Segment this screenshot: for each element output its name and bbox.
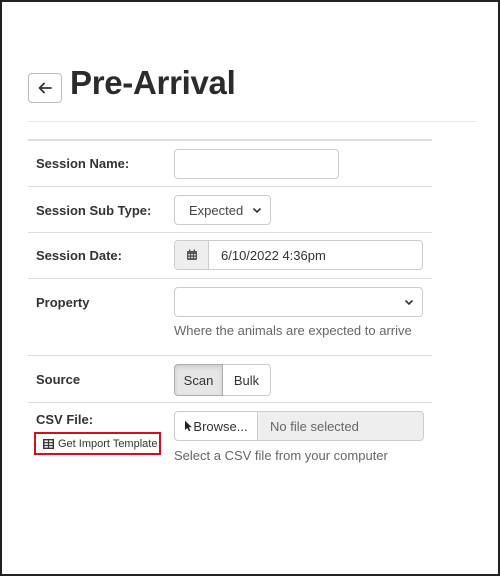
calendar-icon [186,249,197,260]
page-frame: Pre-Arrival Session Name: Session Sub Ty… [0,0,500,576]
browse-button[interactable]: Browse... [174,411,258,441]
csv-file-help-text: Select a CSV file from your computer [174,448,388,463]
table-icon [43,438,54,449]
property-help-text: Where the animals are expected to arrive [174,323,412,338]
session-date-label: Session Date: [36,248,122,263]
session-sub-type-row: Session Sub Type: Expected [28,187,432,233]
property-row: Property Where the animals are expected … [28,279,432,356]
browse-label: Browse... [193,418,248,434]
session-date-input[interactable]: 6/10/2022 4:36pm [174,240,423,270]
chevron-down-icon [252,207,262,214]
session-sub-type-value: Expected [189,202,244,218]
cursor-pointer-icon [185,420,193,432]
session-date-value: 6/10/2022 4:36pm [221,248,326,263]
chevron-down-icon [404,299,414,306]
session-date-row: Session Date: 6/10/2022 4:36pm [28,233,432,279]
property-label: Property [36,295,90,310]
get-import-template-link[interactable]: Get Import Template [34,432,161,455]
csv-file-label: CSV File: [36,412,94,427]
calendar-addon[interactable] [175,241,209,269]
source-toggle-group: Scan Bulk [174,364,271,396]
source-row: Source Scan Bulk [28,356,432,403]
csv-file-input[interactable]: Browse... No file selected [174,411,424,441]
source-scan-button[interactable]: Scan [174,364,223,396]
back-button[interactable] [28,73,62,103]
source-bulk-button[interactable]: Bulk [223,364,271,396]
session-name-input[interactable] [174,149,339,179]
session-name-label: Session Name: [36,156,130,171]
header-divider [28,121,476,122]
source-label: Source [36,372,81,387]
page-title: Pre-Arrival [70,64,236,101]
property-select[interactable] [174,287,423,317]
session-sub-type-select[interactable]: Expected [174,195,271,225]
file-name-display: No file selected [258,411,424,441]
session-name-row: Session Name: [28,141,432,187]
get-import-template-label: Get Import Template [58,437,158,450]
arrow-left-icon [38,82,52,94]
session-sub-type-label: Session Sub Type: [36,203,152,218]
